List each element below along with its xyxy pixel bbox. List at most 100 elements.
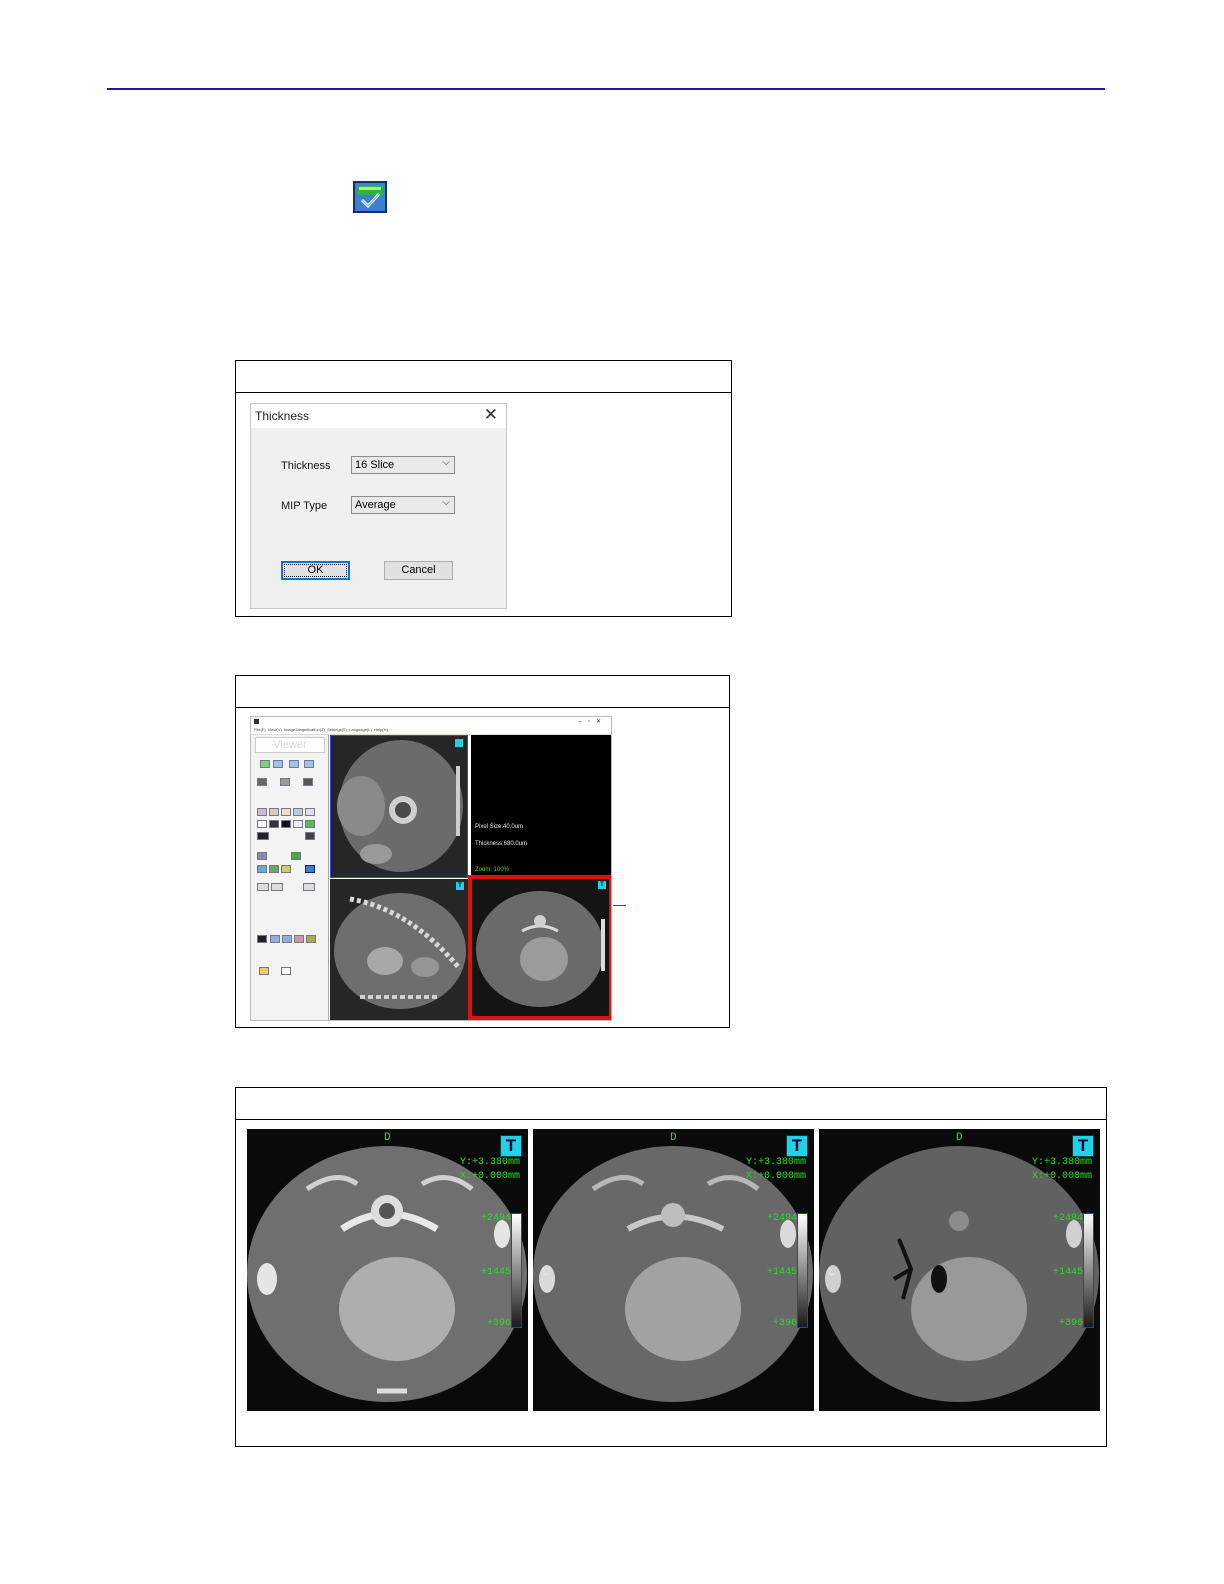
orientation-badge: T xyxy=(1072,1135,1094,1157)
figure-viewer-screenshot: –▫✕ File(F) View(V) Image Magnification(… xyxy=(235,675,730,1028)
mode-icon[interactable] xyxy=(257,865,267,873)
figure-header xyxy=(236,1088,1106,1120)
layout-icon[interactable] xyxy=(280,778,290,786)
wl-mid: +1445 xyxy=(480,1267,511,1278)
mip-type-select[interactable]: Average ⌵ xyxy=(351,496,455,514)
dialog-title: Thickness xyxy=(255,409,310,423)
grayscale-colorbar xyxy=(1083,1213,1094,1328)
document-icon[interactable] xyxy=(281,967,291,975)
viewer-logo: Viewer xyxy=(255,737,325,753)
wl-top: +2494 xyxy=(1052,1213,1083,1224)
cancel-button[interactable]: Cancel xyxy=(384,561,453,580)
menu-view[interactable]: View(V) xyxy=(268,727,282,732)
y-coordinate: Y:+3.380mm xyxy=(745,1157,806,1168)
wl-icon[interactable] xyxy=(291,852,301,860)
wl-mid: +1445 xyxy=(766,1267,797,1278)
chevron-down-icon: ⌵ xyxy=(442,457,450,468)
tool-icon[interactable] xyxy=(281,820,291,828)
comparison-panel-2: D L T Y:+3.380mm X:+0.000mm +2494 +1445 … xyxy=(533,1129,814,1411)
comparison-panel-3: D L T Y:+3.380mm X:+0.000mm +2494 +1445 … xyxy=(819,1129,1100,1411)
orientation-side-mark: L xyxy=(828,1267,835,1279)
viewer-menubar: –▫✕ File(F) View(V) Image Magnification(… xyxy=(251,717,611,735)
y-coordinate: Y:+3.380mm xyxy=(1031,1157,1092,1168)
wl-top: +2494 xyxy=(480,1213,511,1224)
thickness-dialog: Thickness ✕ Thickness 16 Slice ⌵ MIP Typ… xyxy=(250,403,507,609)
zoom-text: Zoom: 100% xyxy=(475,867,510,873)
measure-icon[interactable] xyxy=(270,935,280,943)
wl-bottom: +396 xyxy=(1058,1318,1083,1329)
orientation-top-mark: D xyxy=(384,1132,391,1144)
thickness-label: Thickness xyxy=(281,460,331,472)
measure-icon[interactable] xyxy=(282,935,292,943)
comparison-panel-1: D T Y:+3.380mm X:+0.000mm +2494 +1445 +3… xyxy=(247,1129,528,1411)
prev-icon[interactable] xyxy=(289,760,299,768)
mode-icon[interactable] xyxy=(269,865,279,873)
orientation-top-mark: D xyxy=(956,1132,963,1144)
mip-type-label: MIP Type xyxy=(281,500,328,512)
x-coordinate: X:+0.000mm xyxy=(1031,1171,1092,1182)
callout-line xyxy=(613,905,626,906)
viewport-coronal[interactable] xyxy=(330,735,468,878)
viewport-axial-highlighted[interactable]: T xyxy=(468,875,611,1020)
measure-icon[interactable] xyxy=(306,935,316,943)
apply-button[interactable] xyxy=(303,883,315,891)
tool-icon[interactable] xyxy=(269,808,279,816)
tool-icon[interactable] xyxy=(293,820,303,828)
ok-button[interactable]: OK xyxy=(281,561,350,580)
tool-icon[interactable] xyxy=(305,820,315,828)
grayscale-colorbar xyxy=(511,1213,522,1328)
reset-button[interactable] xyxy=(271,883,283,891)
thickness-text: Thickness:680.0um xyxy=(475,841,528,847)
mip-type-value: Average xyxy=(355,499,396,511)
wl-icon[interactable] xyxy=(257,852,267,860)
wl-mid: +1445 xyxy=(1052,1267,1083,1278)
thick-slab-icon[interactable] xyxy=(305,865,315,873)
x-coordinate: X:+0.000mm xyxy=(745,1171,806,1182)
orientation-badge: T xyxy=(456,882,464,890)
tool-icon[interactable] xyxy=(305,832,315,840)
layout-icon[interactable] xyxy=(257,778,267,786)
thickness-select[interactable]: 16 Slice ⌵ xyxy=(351,456,455,474)
thickness-value: 16 Slice xyxy=(355,459,395,471)
folder-icon[interactable] xyxy=(259,967,269,975)
viewport-sagittal[interactable]: T xyxy=(330,879,468,1020)
tool-icon[interactable] xyxy=(281,808,291,816)
next-icon[interactable] xyxy=(304,760,314,768)
menu-settings[interactable]: Settings(S) xyxy=(327,727,347,732)
tool-icon[interactable] xyxy=(257,808,267,816)
wl-bottom: +396 xyxy=(486,1318,511,1329)
orientation-badge: T xyxy=(598,881,606,889)
app-icon xyxy=(254,719,259,724)
measure-icon[interactable] xyxy=(257,935,267,943)
figure-header xyxy=(236,361,731,393)
window-controls[interactable]: –▫✕ xyxy=(579,718,608,725)
y-coordinate: Y:+3.380mm xyxy=(459,1157,520,1168)
orientation-badge: T xyxy=(500,1135,522,1157)
wl-top: +2494 xyxy=(766,1213,797,1224)
figure-header xyxy=(236,676,729,708)
grayscale-colorbar xyxy=(797,1213,808,1328)
menu-magnification[interactable]: Image Magnification(Z) xyxy=(284,727,325,732)
close-icon[interactable]: ✕ xyxy=(484,405,498,425)
tool-icon[interactable] xyxy=(293,808,303,816)
info-pane: Pixel Size:40.0um Thickness:680.0um Zoom… xyxy=(471,735,611,876)
tool-icon[interactable] xyxy=(269,820,279,828)
thick-slab-icon[interactable] xyxy=(353,181,387,213)
figure-mip-comparison: D T Y:+3.380mm X:+0.000mm +2494 +1445 +3… xyxy=(235,1087,1107,1447)
set-button[interactable] xyxy=(257,883,269,891)
figure-thickness-dialog: Thickness ✕ Thickness 16 Slice ⌵ MIP Typ… xyxy=(235,360,732,617)
measure-icon[interactable] xyxy=(294,935,304,943)
mode-icon[interactable] xyxy=(281,865,291,873)
tool-icon[interactable] xyxy=(257,820,267,828)
import-icon[interactable] xyxy=(260,760,270,768)
header-rule xyxy=(107,88,1105,90)
tool-icon[interactable] xyxy=(257,832,269,840)
menu-file[interactable]: File(F) xyxy=(254,727,266,732)
tool-icon[interactable] xyxy=(305,808,315,816)
layout-icon[interactable] xyxy=(303,778,313,786)
export-icon[interactable] xyxy=(273,760,283,768)
menu-language[interactable]: Language(L) xyxy=(349,727,372,732)
menu-items[interactable]: File(F) View(V) Image Magnification(Z) S… xyxy=(254,727,388,732)
menu-help[interactable]: Help(H) xyxy=(374,727,388,732)
wl-bottom: +396 xyxy=(772,1318,797,1329)
